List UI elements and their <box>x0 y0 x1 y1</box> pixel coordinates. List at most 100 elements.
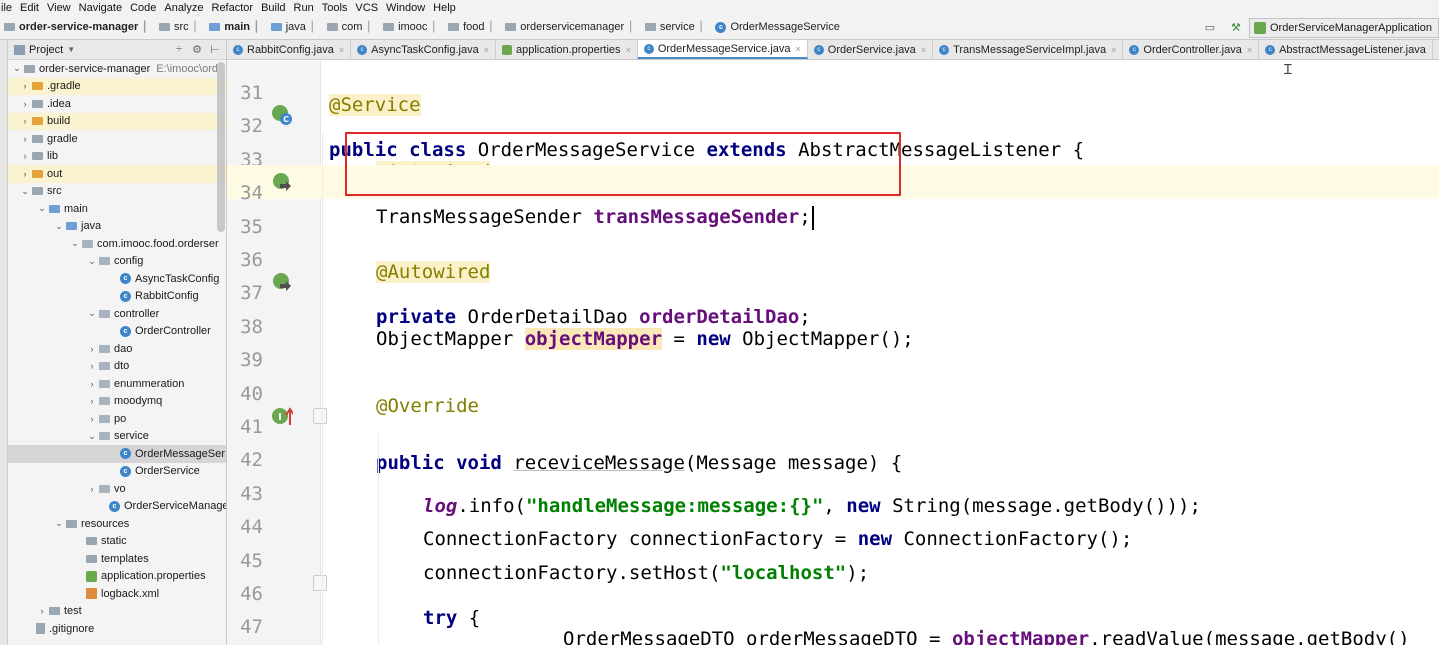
menu-vcs[interactable]: VCS <box>351 2 382 14</box>
code-line[interactable]: 41 I public void receviceMessage(Message… <box>227 399 1439 474</box>
chevron-down-icon[interactable]: ⌄ <box>87 256 97 267</box>
breadcrumb-main[interactable]: main ▏ <box>205 15 266 40</box>
tree-node[interactable]: › lib <box>8 148 226 166</box>
tab-abstractmessagelistener[interactable]: c AbstractMessageListener.java <box>1259 40 1433 59</box>
tab-rabbitconfig[interactable]: c RabbitConfig.java × <box>227 40 352 59</box>
chevron-down-icon[interactable]: ⌄ <box>54 221 64 232</box>
tree-node[interactable]: · templates <box>8 550 226 568</box>
chevron-right-icon[interactable]: › <box>20 116 30 126</box>
tree-node[interactable]: › .gradle <box>8 77 226 95</box>
autowired-navigate-icon[interactable] <box>271 171 293 193</box>
menu-view[interactable]: View <box>43 2 75 14</box>
tree-node[interactable]: ⌄ order-service-manager E:\imooc\orde <box>8 60 226 78</box>
close-icon[interactable]: × <box>1111 45 1116 55</box>
chevron-down-icon[interactable]: ⌄ <box>87 308 97 319</box>
tree-node[interactable]: › enummeration <box>8 375 226 393</box>
menu-window[interactable]: Window <box>382 2 429 14</box>
tree-scrollbar[interactable] <box>217 62 225 232</box>
menu-tools[interactable]: Tools <box>318 2 352 14</box>
tree-node[interactable]: · static <box>8 533 226 551</box>
menu-file[interactable]: ile <box>0 2 16 14</box>
code-line[interactable]: 43 log.info("handleMessage:message:{}", … <box>227 466 1439 517</box>
tree-node[interactable]: › .idea <box>8 95 226 113</box>
code-line[interactable]: 37 private OrderDetailDao orderDetailDao… <box>227 265 1439 328</box>
tree-node[interactable]: › gradle <box>8 130 226 148</box>
run-configuration-selector[interactable]: OrderServiceManagerApplication <box>1248 17 1439 38</box>
breadcrumb-orderservicemanager[interactable]: orderservicemanager ▏ <box>501 15 641 40</box>
menu-analyze[interactable]: Analyze <box>160 2 207 14</box>
menu-build[interactable]: Build <box>257 2 289 14</box>
tree-node[interactable]: · c OrderServiceManager <box>8 498 226 516</box>
tree-node[interactable]: ⌄ config <box>8 253 226 271</box>
spring-bean-class-icon[interactable]: C <box>271 104 293 126</box>
chevron-down-icon[interactable]: ⌄ <box>37 203 47 214</box>
chevron-right-icon[interactable]: › <box>20 134 30 144</box>
fold-block-icon[interactable] <box>313 575 327 591</box>
chevron-down-icon[interactable]: ⌄ <box>54 518 64 529</box>
code-line[interactable]: 44 ConnectionFactory connectionFactory =… <box>227 499 1439 550</box>
left-tool-stripe[interactable] <box>0 40 8 645</box>
chevron-right-icon[interactable]: › <box>37 606 47 616</box>
chevron-down-icon[interactable]: ⌄ <box>20 186 30 197</box>
collapse-all-icon[interactable]: ÷ <box>172 43 186 56</box>
tree-node[interactable]: › build <box>8 112 226 130</box>
chevron-right-icon[interactable]: › <box>20 151 30 161</box>
code-line[interactable]: 32 C public class OrderMessageService ex… <box>227 98 1439 161</box>
tree-node[interactable]: ⌄ controller <box>8 305 226 323</box>
tree-node[interactable]: ⌄ com.imooc.food.orderser <box>8 235 226 253</box>
tree-node[interactable]: › moodymq <box>8 393 226 411</box>
chevron-right-icon[interactable]: › <box>20 99 30 109</box>
close-icon[interactable]: × <box>1247 45 1252 55</box>
code-line[interactable]: 35 <box>227 199 1439 238</box>
tab-orderservice[interactable]: c OrderService.java × <box>807 40 934 59</box>
project-panel-title[interactable]: Project <box>29 44 63 56</box>
tree-node[interactable]: › dto <box>8 358 226 376</box>
chevron-right-icon[interactable]: › <box>20 169 30 179</box>
fold-method-icon[interactable] <box>313 408 327 424</box>
code-line[interactable]: 46 try { <box>227 566 1439 629</box>
chevron-right-icon[interactable]: › <box>87 414 97 424</box>
tree-node[interactable]: · logback.xml <box>8 585 226 603</box>
code-line[interactable]: 36 @Autowired <box>227 232 1439 283</box>
tree-node[interactable]: ⌄ main <box>8 200 226 218</box>
close-icon[interactable]: × <box>626 45 631 55</box>
tree-node[interactable]: › out <box>8 165 226 183</box>
chevron-down-icon[interactable]: ⌄ <box>70 238 80 249</box>
tree-node-selected[interactable]: · c OrderMessageSer <box>8 445 226 463</box>
code-line[interactable]: 47 OrderMessageDTO orderMessageDTO = obj… <box>227 599 1439 645</box>
tab-ordercontroller[interactable]: c OrderController.java × <box>1123 40 1260 59</box>
tree-node[interactable]: · application.properties <box>8 568 226 586</box>
breadcrumb-food[interactable]: food ▏ <box>444 15 501 40</box>
tab-asynctaskconfig[interactable]: c AsyncTaskConfig.java × <box>351 40 496 59</box>
tree-node[interactable]: · c OrderController <box>8 323 226 341</box>
code-line[interactable]: 31 @Service <box>227 65 1439 116</box>
tree-node[interactable]: · c RabbitConfig <box>8 288 226 306</box>
code-line[interactable]: 39 <box>227 332 1439 371</box>
tree-node[interactable]: · c AsyncTaskConfig <box>8 270 226 288</box>
hide-panel-icon[interactable]: ⊢ <box>208 43 222 56</box>
implements-method-icon[interactable]: I <box>271 405 293 427</box>
chevron-down-icon[interactable]: ⌄ <box>12 63 22 74</box>
menu-code[interactable]: Code <box>126 2 160 14</box>
menu-navigate[interactable]: Navigate <box>75 2 126 14</box>
autowired-navigate-icon[interactable] <box>271 271 293 293</box>
breadcrumb-class[interactable]: c OrderMessageService <box>711 15 842 40</box>
menu-refactor[interactable]: Refactor <box>208 2 258 14</box>
window-layout-icon[interactable]: ▭ <box>1202 20 1218 36</box>
tab-ordermessageservice[interactable]: c OrderMessageService.java × <box>637 40 808 59</box>
breadcrumb-java[interactable]: java ▏ <box>267 15 323 40</box>
chevron-right-icon[interactable]: › <box>87 379 97 389</box>
breadcrumb-project[interactable]: order-service-manager ▏ <box>0 15 155 40</box>
tree-node[interactable]: › vo <box>8 480 226 498</box>
tab-transmessageserviceimpl[interactable]: c TransMessageServiceImpl.java × <box>933 40 1124 59</box>
breadcrumb-service[interactable]: service ▏ <box>641 15 712 40</box>
chevron-right-icon[interactable]: › <box>87 396 97 406</box>
code-line[interactable]: 45 connectionFactory.setHost("localhost"… <box>227 533 1439 584</box>
chevron-right-icon[interactable]: › <box>87 361 97 371</box>
menu-help[interactable]: Help <box>429 2 460 14</box>
dropdown-arrow-icon[interactable]: ▼ <box>67 45 75 54</box>
chevron-right-icon[interactable]: › <box>87 344 97 354</box>
tree-node[interactable]: › test <box>8 603 226 621</box>
menu-run[interactable]: Run <box>290 2 318 14</box>
chevron-down-icon[interactable]: ⌄ <box>87 431 97 442</box>
